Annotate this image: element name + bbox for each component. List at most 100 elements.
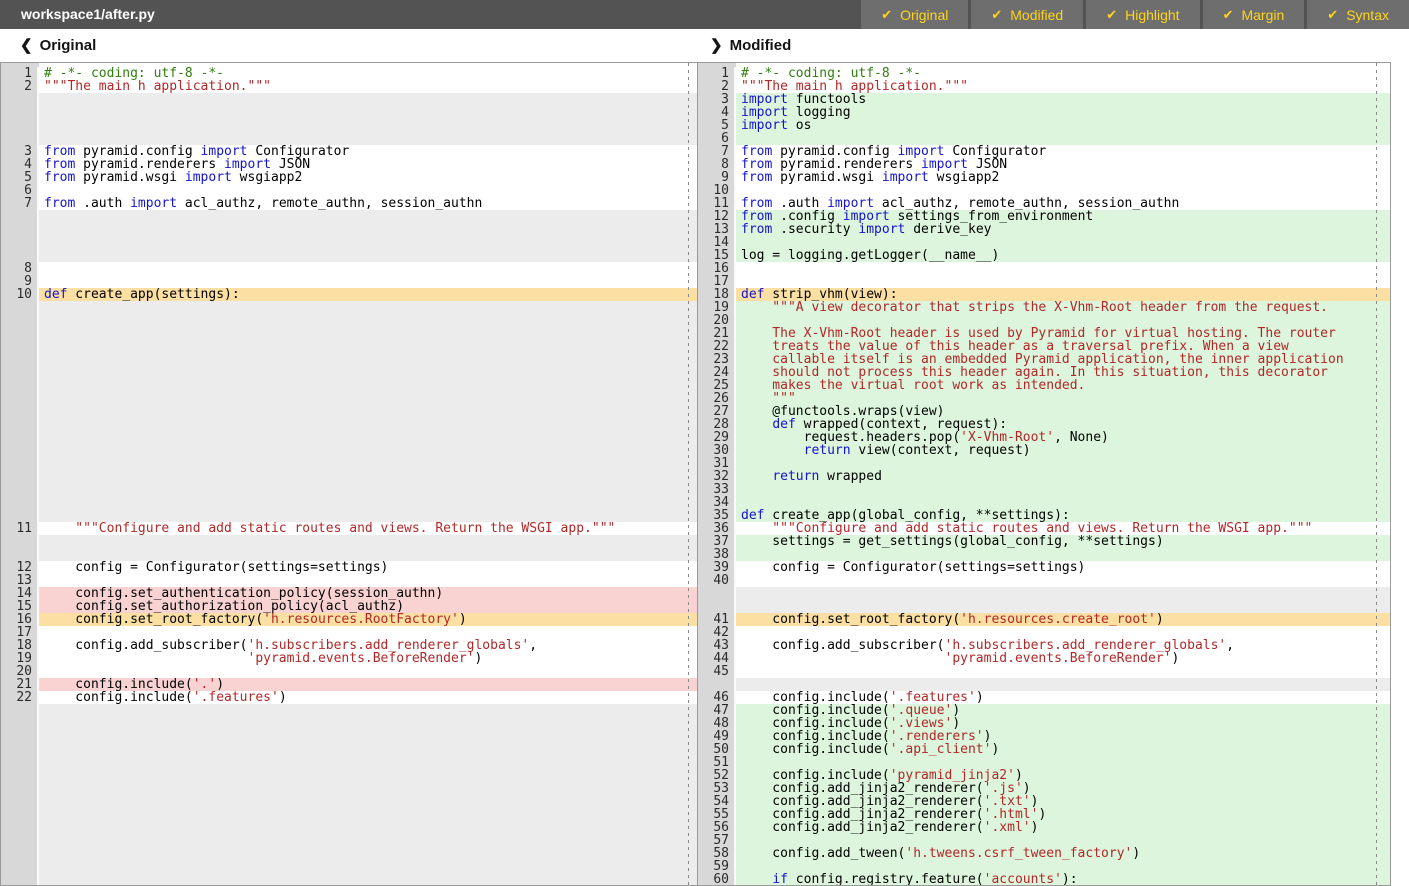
code-text [39, 392, 697, 405]
filler-line [1, 210, 697, 223]
code-text [736, 457, 1390, 470]
code-text: config.include('.queue') [736, 704, 1390, 717]
line-number: 5 [1, 171, 39, 184]
modified-pane-title: Modified [730, 37, 792, 54]
code-line: 1# -*- coding: utf-8 -*- [698, 67, 1390, 80]
code-line: 23 callable itself is an embedded Pyrami… [698, 353, 1390, 366]
code-line: 43 config.add_subscriber('h.subscribers.… [698, 639, 1390, 652]
line-number [1, 249, 39, 262]
code-text: """A view decorator that strips the X-Vh… [736, 301, 1390, 314]
code-text: @functools.wraps(view) [736, 405, 1390, 418]
line-number: 4 [1, 158, 39, 171]
code-text [39, 743, 697, 756]
line-number [1, 353, 39, 366]
code-line: 13from .security import derive_key [698, 223, 1390, 236]
code-text [39, 873, 697, 886]
code-text [39, 379, 697, 392]
toggle-modified-button[interactable]: ✔ Modified [971, 0, 1083, 29]
code-line: 28 def wrapped(context, request): [698, 418, 1390, 431]
toggle-highlight-button[interactable]: ✔ Highlight [1086, 0, 1199, 29]
code-text [39, 730, 697, 743]
code-line: 11 """Configure and add static routes an… [1, 522, 697, 535]
code-text: import os [736, 119, 1390, 132]
filler-line [698, 600, 1390, 613]
line-number [1, 314, 39, 327]
code-text: config.include('.views') [736, 717, 1390, 730]
window-title: workspace1/after.py [0, 0, 861, 29]
code-text: """The main h application.""" [736, 80, 1390, 93]
chevron-left-icon[interactable]: ❮ [20, 36, 33, 54]
code-text [39, 262, 697, 275]
margin-line [688, 63, 689, 885]
code-line: 16 [698, 262, 1390, 275]
code-line: 46 config.include('.features') [698, 691, 1390, 704]
code-line: 7from .auth import acl_authz, remote_aut… [1, 197, 697, 210]
filler-line [1, 743, 697, 756]
code-line: 36 """Configure and add static routes an… [698, 522, 1390, 535]
line-number [1, 496, 39, 509]
code-line: 18def strip_vhm(view): [698, 288, 1390, 301]
diff-content: 1# -*- coding: utf-8 -*-2"""The main h a… [0, 62, 1391, 886]
code-line: 16 config.set_root_factory('h.resources.… [1, 613, 697, 626]
code-line: 4from pyramid.renderers import JSON [1, 158, 697, 171]
code-text [39, 860, 697, 873]
code-text: """Configure and add static routes and v… [736, 522, 1390, 535]
filler-line [1, 418, 697, 431]
code-line: 18 config.add_subscriber('h.subscribers.… [1, 639, 697, 652]
code-line: 51 [698, 756, 1390, 769]
line-number [1, 834, 39, 847]
code-text: callable itself is an embedded Pyramid a… [736, 353, 1390, 366]
line-number [1, 717, 39, 730]
filler-line [1, 548, 697, 561]
line-number: 6 [1, 184, 39, 197]
code-line: 8 [1, 262, 697, 275]
check-icon: ✔ [1327, 7, 1338, 23]
code-text [39, 275, 697, 288]
code-text: from pyramid.renderers import JSON [39, 158, 697, 171]
chevron-right-icon[interactable]: ❯ [710, 36, 723, 54]
line-number: 4 [698, 106, 736, 119]
code-text [736, 314, 1390, 327]
code-line: 3from pyramid.config import Configurator [1, 145, 697, 158]
code-text [39, 483, 697, 496]
toggle-syntax-button[interactable]: ✔ Syntax [1307, 0, 1409, 29]
line-number [1, 93, 39, 106]
code-text [736, 574, 1390, 587]
code-text [39, 301, 697, 314]
code-text: 'pyramid.events.BeforeRender') [39, 652, 697, 665]
code-line: 59 [698, 860, 1390, 873]
line-number [1, 223, 39, 236]
line-number [1, 340, 39, 353]
code-text: makes the virtual root work as intended. [736, 379, 1390, 392]
code-text: config.add_subscriber('h.subscribers.add… [736, 639, 1390, 652]
code-text: config.add_jinja2_renderer('.txt') [736, 795, 1390, 808]
code-text [39, 470, 697, 483]
line-number: 7 [698, 145, 736, 158]
code-text [39, 249, 697, 262]
code-text: treats the value of this header as a tra… [736, 340, 1390, 353]
code-text: config.include('.renderers') [736, 730, 1390, 743]
code-line: 35def create_app(global_config, **settin… [698, 509, 1390, 522]
code-line: 41 config.set_root_factory('h.resources.… [698, 613, 1390, 626]
code-line: 15log = logging.getLogger(__name__) [698, 249, 1390, 262]
toggle-margin-button[interactable]: ✔ Margin [1203, 0, 1305, 29]
toggle-original-button[interactable]: ✔ Original [861, 0, 968, 29]
code-text: from pyramid.config import Configurator [736, 145, 1390, 158]
filler-line [1, 223, 697, 236]
code-line: 57 [698, 834, 1390, 847]
filler-line [1, 860, 697, 873]
code-text [736, 587, 1390, 600]
filler-line [1, 301, 697, 314]
code-text [39, 535, 697, 548]
line-number [1, 847, 39, 860]
code-text: 'pyramid.events.BeforeRender') [736, 652, 1390, 665]
code-text [736, 132, 1390, 145]
code-line: 20 [1, 665, 697, 678]
code-line: 5import os [698, 119, 1390, 132]
code-line: 21 config.include('.') [1, 678, 697, 691]
line-number [1, 860, 39, 873]
code-line: 7from pyramid.config import Configurator [698, 145, 1390, 158]
line-number [1, 327, 39, 340]
code-text [736, 275, 1390, 288]
line-number [1, 821, 39, 834]
